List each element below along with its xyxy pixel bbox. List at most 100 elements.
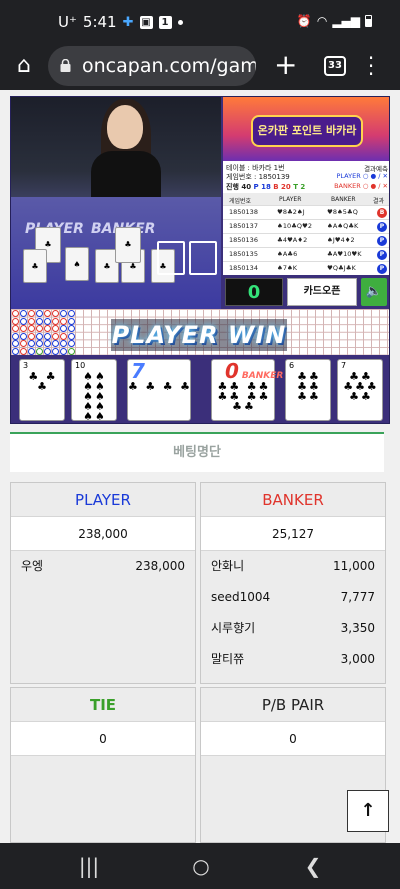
bead-road-mark [12, 310, 19, 317]
bead-road-mark [60, 317, 67, 325]
bettor-name: 안화니 [211, 559, 245, 573]
dealer-face [107, 105, 143, 149]
player-score: 7 PLAYER [131, 359, 186, 383]
bead-road-mark [28, 317, 35, 325]
player-score-label: PLAYER [147, 371, 186, 381]
banner-title: 온카판 포인트 바카라 [251, 115, 363, 147]
player-bets-pane: PLAYER 238,000 우엥 238,000 [10, 482, 196, 684]
recent-apps-icon[interactable]: ||| [74, 853, 104, 879]
home-button-icon[interactable]: ○ [186, 853, 216, 879]
bead-road-mark [52, 325, 59, 333]
list-item: 안화니 11,000 [201, 551, 385, 582]
history-player-cards: ♥8♣2♠J [277, 208, 305, 216]
promo-banner: 온카판 포인트 바카라 [223, 97, 389, 161]
history-result-badge: P [377, 264, 387, 274]
bead-road-mark [60, 325, 67, 333]
bead-road-mark [60, 348, 67, 355]
winner-banner: PLAYER WIN [111, 319, 287, 351]
tab-switcher-button[interactable]: 33 [324, 56, 346, 76]
history-player-cards: ♠10♣Q♥2 [277, 222, 313, 230]
history-col-game-no: 게임번호 [229, 198, 252, 205]
baccarat-game-panel: PLAYER BANKER ♣ ♠ ♣ ♣ ♣ ♣ ♣ 온카판 포인트 바카라 … [10, 96, 390, 424]
bead-road-mark [20, 325, 27, 333]
bead-road-mark [60, 340, 67, 348]
bead-road-mark [12, 340, 19, 348]
wifi-icon: ◠ [316, 14, 328, 28]
bead-road-mark [52, 332, 59, 340]
progress-count: 진행 40 [226, 183, 252, 191]
sound-toggle-icon[interactable]: 🔈 [361, 278, 387, 306]
back-icon[interactable]: ❮ [298, 853, 328, 879]
history-game-no: 1850137 [229, 222, 258, 230]
bead-road-mark [44, 310, 51, 317]
history-game-no: 1850135 [229, 250, 258, 258]
card-open-button[interactable]: 카드오픈 [287, 278, 357, 306]
list-item: 시루향기 3,350 [201, 613, 385, 644]
browser-toolbar: ⌂ oncapan.com/gamezo + 33 ··· [0, 44, 400, 90]
legend-circle-icon: ○ ● [362, 172, 377, 180]
card-pips: ♣ ♣ ♣ ♣ [128, 380, 192, 393]
bead-road-mark [44, 340, 51, 348]
tie-bets-pane: TIE 0 [10, 687, 196, 843]
history-banker-cards: ♣A♥10♥K [327, 250, 362, 258]
history-banker-cards: ♠J♥4♦2 [327, 236, 355, 244]
empty-card-slot [189, 241, 217, 275]
list-item: 우엥 238,000 [11, 551, 195, 582]
history-game-no: 1850134 [229, 264, 258, 272]
table-card: ♣ [23, 249, 47, 283]
bead-road-mark [28, 310, 35, 317]
player-card-1: 3 ♣ ♣ ♣ [19, 359, 65, 421]
more-menu-icon[interactable]: · · · [366, 48, 376, 84]
bead-road-mark [36, 348, 43, 355]
history-row: 1850138 ♥8♣2♠J ♥8♠5♣Q B [223, 205, 389, 219]
signal-icon: ▂▄▆ [332, 14, 360, 28]
new-tab-icon[interactable]: + [274, 50, 297, 80]
address-bar[interactable]: oncapan.com/gamezo [48, 46, 256, 86]
banker-legend-label: BANKER [334, 182, 361, 190]
player-count: P 18 [253, 183, 271, 191]
round-stats: 진행 40 P 18 B 20 T 2 [226, 182, 305, 192]
bead-road-mark [44, 325, 51, 333]
player-legend: PLAYER ○ ● / ✕ [336, 172, 388, 180]
bead-road-mark [68, 332, 75, 340]
bead-road-mark [60, 332, 67, 340]
banker-card-3: 7 ♣♣ ♣♣♣ ♣♣ [337, 359, 383, 421]
history-player-cards: ♠A♣6 [277, 250, 298, 258]
pair-bets-total: 0 [201, 722, 385, 756]
bead-road-mark [20, 348, 27, 355]
bet-amount: 238,000 [135, 559, 185, 573]
bettor-name: 우엥 [21, 559, 44, 573]
battery-icon [365, 15, 372, 27]
banker-card-2: 6 ♣♣ ♣♣ ♣♣ [285, 359, 331, 421]
bead-road-mark [12, 325, 19, 333]
bead-road-mark [36, 332, 43, 340]
bettor-name: seed1004 [211, 590, 271, 604]
legend-slash-icon: / ✕ [378, 182, 388, 190]
banker-score-label: BANKER [241, 371, 284, 381]
history-result-badge: P [377, 236, 387, 246]
pair-bets-header: P/B PAIR [201, 688, 385, 722]
history-row: 1850134 ♠7♠K ♥Q♣J♣K P [223, 261, 389, 275]
carrier-label: U⁺ [58, 13, 77, 31]
notification-count-badge: 1 [158, 15, 172, 29]
history-row: 1850136 ♣4♥A♦2 ♠J♥4♦2 P [223, 233, 389, 247]
history-col-player: PLAYER [279, 196, 302, 203]
bet-amount: 11,000 [333, 559, 375, 573]
history-col-result: 결과 [373, 198, 385, 205]
bead-road-mark [52, 317, 59, 325]
history-game-no: 1850136 [229, 236, 258, 244]
bead-road-mark [28, 340, 35, 348]
table-card: ♣ [115, 227, 141, 263]
url-text: oncapan.com/gamezo [82, 55, 256, 77]
card-pips: ♣ ♣ ♣ [28, 370, 58, 393]
scroll-to-top-button[interactable]: ↑ [347, 790, 389, 832]
bead-road-mark [68, 325, 75, 333]
clock: 5:41 [82, 13, 117, 31]
history-result-badge: P [377, 250, 387, 260]
bead-road-mark [28, 332, 35, 340]
app-notification-icon: ✚ [122, 14, 134, 30]
home-icon[interactable]: ⌂ [12, 54, 36, 78]
banker-score-value: 0 [225, 359, 239, 383]
player-score-value: 7 [131, 359, 145, 383]
history-col-banker: BANKER [331, 196, 356, 203]
